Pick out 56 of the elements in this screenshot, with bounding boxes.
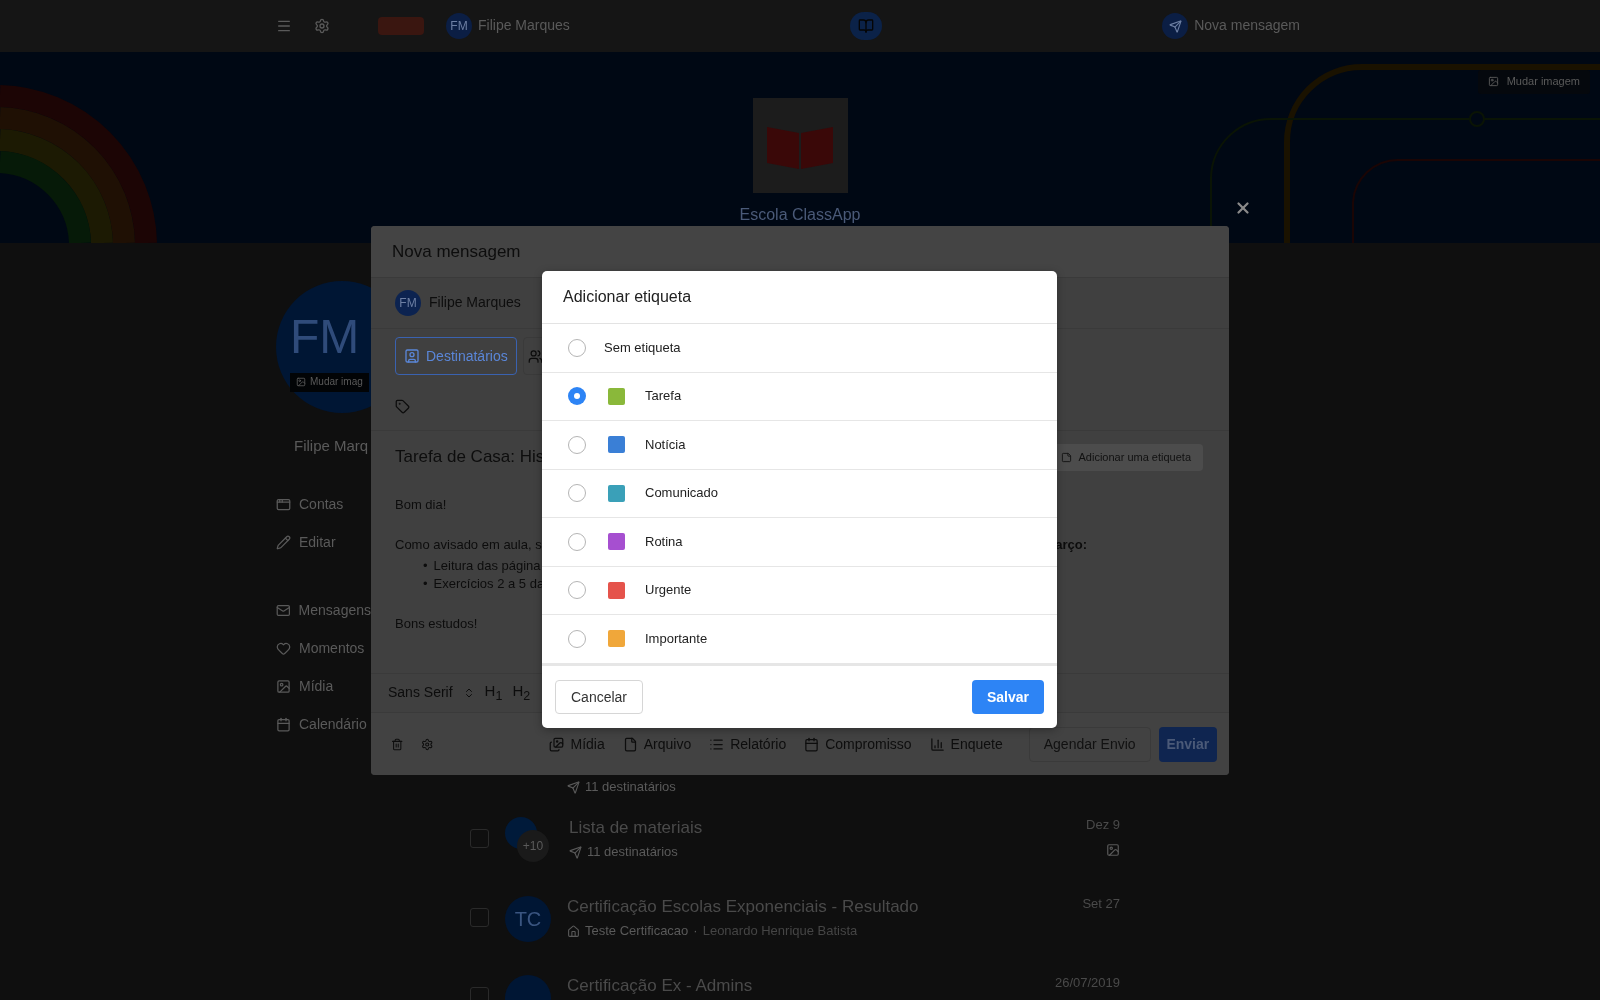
- button-label: Mudar imagem: [1506, 75, 1580, 89]
- message-date: 26/07/2019: [1054, 975, 1120, 992]
- message-date: Set 27: [1082, 896, 1120, 913]
- sidebar-item[interactable]: Contas: [276, 485, 371, 524]
- avatar-count: +10: [517, 830, 549, 862]
- sidebar-label: Momentos: [299, 640, 365, 658]
- sidebar-item[interactable]: Mensagens: [276, 591, 371, 630]
- sidebar-label: Editar: [299, 534, 336, 552]
- sidebar-item[interactable]: Momentos: [276, 629, 371, 668]
- sidebar-label: Calendário: [299, 716, 367, 734]
- recipients-button[interactable]: Destinatários: [395, 337, 517, 375]
- sidebar-item[interactable]: Calendário: [276, 705, 371, 744]
- tag-option[interactable]: Comunicado: [542, 469, 1057, 518]
- tag-label: Rotina: [645, 533, 683, 550]
- dialog-title: Adicionar etiqueta: [563, 287, 692, 307]
- bullet-marker: •: [423, 575, 428, 592]
- change-image-button[interactable]: Mudar imagem: [1477, 70, 1590, 94]
- tag-option[interactable]: Sem etiqueta: [542, 324, 1057, 373]
- avatar: TC: [505, 896, 551, 942]
- tag-option[interactable]: Importante: [542, 615, 1057, 664]
- sidebar-label: Mensagens: [298, 602, 371, 620]
- tag-label: Sem etiqueta: [604, 339, 681, 356]
- tag-option[interactable]: Rotina: [542, 518, 1057, 567]
- tag-label: Importante: [645, 630, 708, 647]
- author-avatar: FM: [395, 290, 421, 316]
- message-title: Certificação Ex - Admins: [567, 975, 753, 997]
- profile-name: Filipe Marq: [294, 437, 369, 454]
- separator: ·: [693, 923, 698, 940]
- message-title: Lista de materiais: [569, 817, 703, 839]
- send-button[interactable]: Enviar: [1158, 726, 1217, 762]
- recipients: 11 destinatários: [585, 779, 676, 796]
- cancel-button[interactable]: Cancelar: [555, 679, 644, 714]
- recipients: 11 destinatários: [587, 844, 678, 861]
- bullet-marker: •: [423, 557, 428, 574]
- sidebar-item[interactable]: Editar: [276, 523, 371, 562]
- tag-label: Comunicado: [645, 485, 718, 502]
- save-button[interactable]: Salvar: [971, 679, 1044, 714]
- sidebar-item[interactable]: Mídia: [276, 667, 371, 706]
- tag-option[interactable]: Notícia: [542, 421, 1057, 470]
- school-name: Escola ClassApp: [739, 206, 861, 223]
- tag-label: Notícia: [645, 436, 686, 453]
- sidebar-label: Mídia: [299, 678, 334, 696]
- message-title: Certificação Escolas Exponenciais - Resultado: [567, 896, 919, 918]
- user-avatar[interactable]: FM: [446, 13, 472, 39]
- button-label: Mudar imag: [310, 376, 363, 389]
- message-date: Dez 9: [1086, 817, 1120, 834]
- group-name: Teste Certificacao: [585, 923, 689, 940]
- dialog-title: Nova mensagem: [392, 240, 521, 263]
- profile-initials: FM: [290, 309, 360, 365]
- tag-option[interactable]: Tarefa: [542, 372, 1057, 421]
- tag-label: Urgente: [645, 582, 692, 599]
- sidebar-label: Contas: [299, 496, 344, 514]
- tag-option[interactable]: Urgente: [542, 566, 1057, 615]
- tag-label: Tarefa: [645, 388, 682, 405]
- change-image-button[interactable]: Mudar imag: [290, 373, 369, 392]
- user-name: Filipe Marques: [478, 17, 570, 35]
